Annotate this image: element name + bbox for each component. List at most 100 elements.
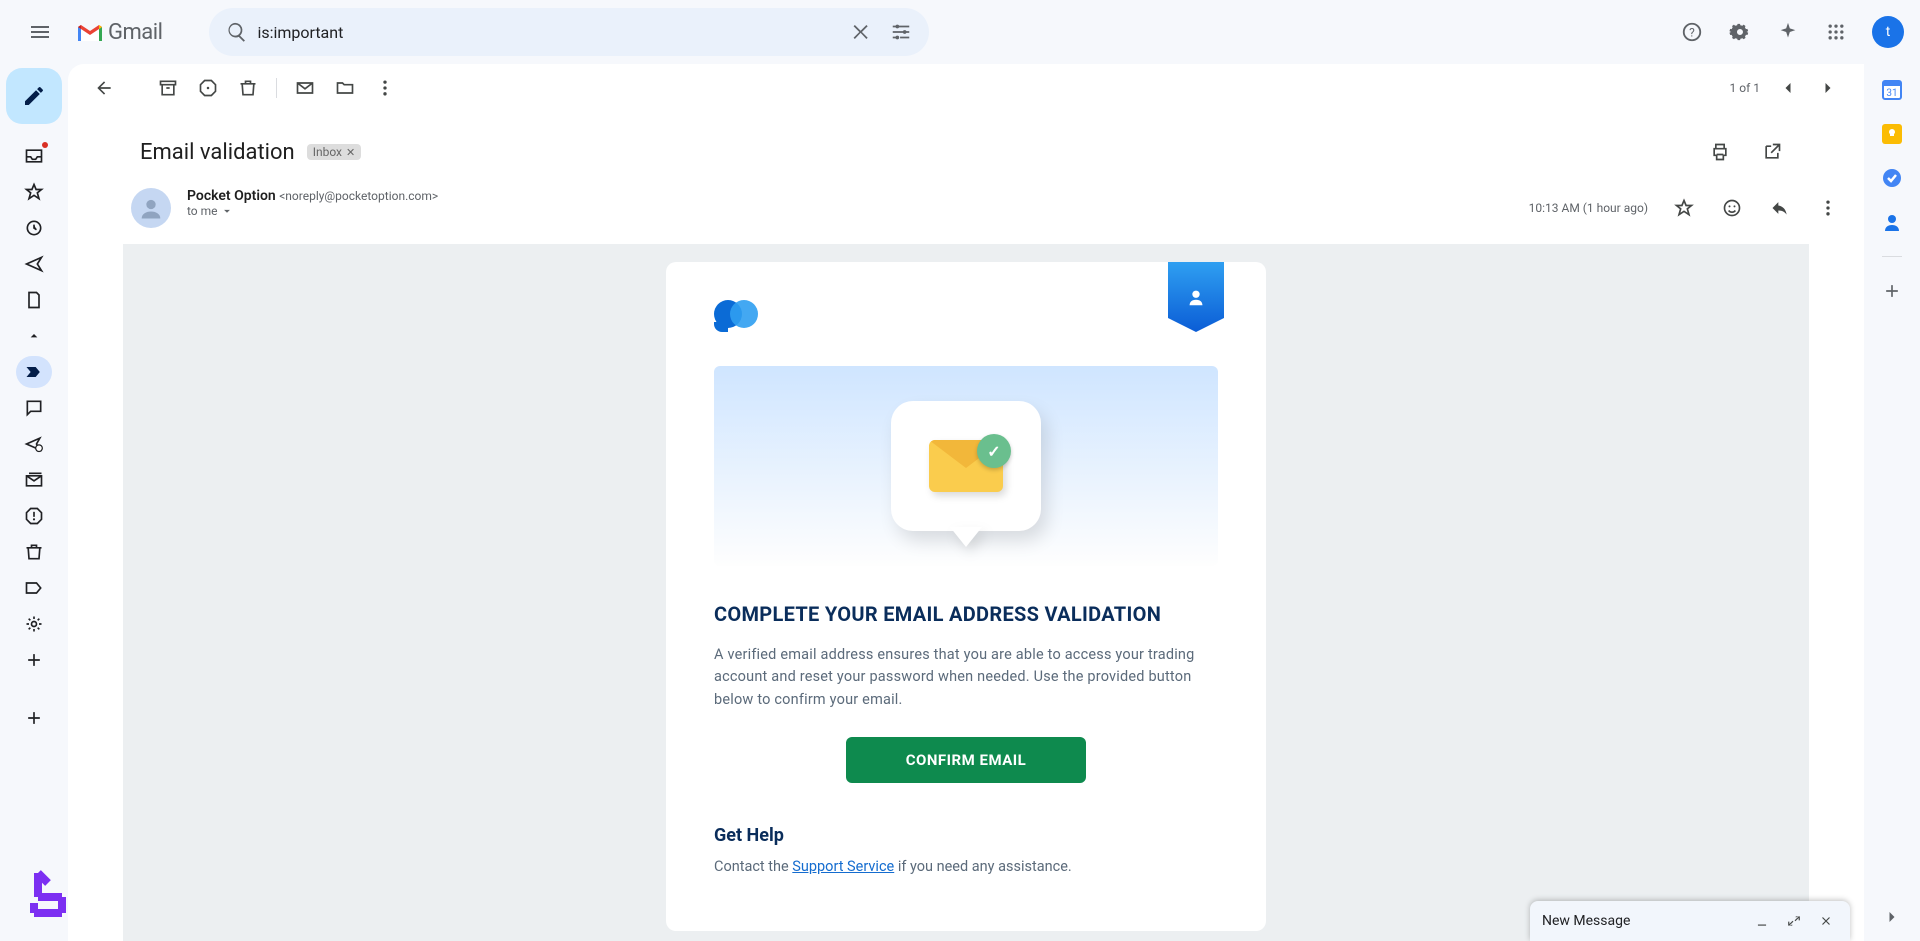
- chevron-left-icon: [1778, 78, 1798, 98]
- compose-fullscreen[interactable]: [1782, 909, 1806, 933]
- react-button[interactable]: [1712, 188, 1752, 228]
- help-heading: Get Help: [714, 825, 1218, 846]
- open-new-icon: [1762, 142, 1782, 162]
- compose-minimize[interactable]: [1750, 909, 1774, 933]
- message-toolbar: 1 of 1: [68, 64, 1864, 112]
- side-panel-toggle[interactable]: [1882, 907, 1902, 927]
- message-scroll[interactable]: Email validation Inbox✕ Pocket Option <n…: [68, 112, 1864, 941]
- support-link[interactable]: Support Service: [792, 858, 894, 875]
- delete-icon: [238, 78, 258, 98]
- gear-icon: [1729, 21, 1751, 43]
- close-icon: [1819, 914, 1833, 928]
- close-icon: ✕: [346, 146, 355, 159]
- search-options-button[interactable]: [881, 12, 921, 52]
- delete-button[interactable]: [228, 68, 268, 108]
- sender-name-line: Pocket Option <noreply@pocketoption.com>: [187, 188, 1513, 204]
- nav-new-label-2[interactable]: [18, 702, 50, 734]
- keep-addon[interactable]: [1882, 124, 1902, 144]
- account-avatar[interactable]: t: [1872, 16, 1904, 48]
- email-heading: COMPLETE YOUR EMAIL ADDRESS VALIDATION: [714, 602, 1218, 626]
- gemini-button[interactable]: [1768, 12, 1808, 52]
- nav-less[interactable]: [18, 320, 50, 352]
- newer-button[interactable]: [1768, 68, 1808, 108]
- nav-inbox[interactable]: [18, 140, 50, 172]
- contacts-icon: [1882, 212, 1902, 232]
- folder-move-icon: [335, 78, 355, 98]
- compose-close[interactable]: [1814, 909, 1838, 933]
- report-spam-button[interactable]: [188, 68, 228, 108]
- minimize-icon: [1755, 914, 1769, 928]
- sender-row: Pocket Option <noreply@pocketoption.com>…: [68, 180, 1864, 244]
- search-button[interactable]: [217, 12, 257, 52]
- category-chip[interactable]: Inbox ✕: [307, 144, 362, 160]
- nav-categories[interactable]: [18, 572, 50, 604]
- print-button[interactable]: [1700, 132, 1740, 172]
- nav-create-label[interactable]: [18, 644, 50, 676]
- nav-sent[interactable]: [18, 248, 50, 280]
- calendar-icon: 31: [1882, 80, 1902, 100]
- calendar-addon[interactable]: 31: [1882, 80, 1902, 100]
- watermark-logo: [18, 865, 74, 921]
- watermark-icon: [18, 865, 74, 921]
- main-menu-button[interactable]: [16, 8, 64, 56]
- gmail-logo-text: Gmail: [108, 20, 162, 45]
- checkmark-badge-icon: ✓: [977, 434, 1011, 468]
- tasks-addon[interactable]: [1882, 168, 1902, 188]
- nav-important[interactable]: [16, 356, 52, 388]
- message-more-button[interactable]: [1808, 188, 1848, 228]
- allmail-icon: [24, 470, 44, 490]
- apps-grid-icon: [1826, 22, 1846, 42]
- brand-logo: [714, 300, 764, 336]
- search-clear-button[interactable]: [841, 12, 881, 52]
- sender-avatar[interactable]: [131, 188, 171, 228]
- search-icon: [226, 21, 248, 43]
- contacts-addon[interactable]: [1882, 212, 1902, 232]
- compose-minimized[interactable]: New Message: [1530, 901, 1850, 941]
- category-label: Inbox: [313, 145, 342, 159]
- nav-spam[interactable]: [18, 500, 50, 532]
- star-button[interactable]: [1664, 188, 1704, 228]
- support-button[interactable]: ?: [1672, 12, 1712, 52]
- archive-button[interactable]: [148, 68, 188, 108]
- svg-text:?: ?: [1689, 26, 1695, 40]
- nav-trash[interactable]: [18, 536, 50, 568]
- chevron-right-icon: [1818, 78, 1838, 98]
- email-paragraph: A verified email address ensures that yo…: [714, 644, 1218, 711]
- get-addons[interactable]: [1882, 281, 1902, 301]
- apps-button[interactable]: [1816, 12, 1856, 52]
- close-icon: [850, 21, 872, 43]
- gmail-logo-icon: [76, 21, 104, 43]
- nav-snoozed[interactable]: [18, 212, 50, 244]
- older-button[interactable]: [1808, 68, 1848, 108]
- nav-scheduled[interactable]: [18, 428, 50, 460]
- mail-icon: [295, 78, 315, 98]
- star-outline-icon: [1674, 198, 1694, 218]
- spam-icon: [24, 506, 44, 526]
- star-icon: [24, 182, 44, 202]
- help-icon: ?: [1681, 21, 1703, 43]
- nav-manage-labels[interactable]: [18, 608, 50, 640]
- svg-text:31: 31: [1886, 88, 1897, 99]
- reply-button[interactable]: [1760, 188, 1800, 228]
- back-button[interactable]: [84, 68, 124, 108]
- mark-unread-button[interactable]: [285, 68, 325, 108]
- compose-button[interactable]: [6, 68, 62, 124]
- person-icon: [137, 194, 165, 222]
- recipient-dropdown[interactable]: to me: [187, 204, 1513, 218]
- confirm-email-button[interactable]: CONFIRM EMAIL: [846, 737, 1086, 783]
- gear-small-icon: [24, 614, 44, 634]
- move-to-button[interactable]: [325, 68, 365, 108]
- nav-chats[interactable]: [18, 392, 50, 424]
- sender-info: Pocket Option <noreply@pocketoption.com>…: [187, 188, 1513, 218]
- gmail-logo[interactable]: Gmail: [76, 20, 162, 45]
- important-icon: [24, 362, 44, 382]
- search-input[interactable]: [257, 23, 841, 42]
- sender-meta: 10:13 AM (1 hour ago): [1529, 188, 1848, 228]
- nav-starred[interactable]: [18, 176, 50, 208]
- settings-button[interactable]: [1720, 12, 1760, 52]
- nav-drafts[interactable]: [18, 284, 50, 316]
- popout-button[interactable]: [1752, 132, 1792, 172]
- more-button[interactable]: [365, 68, 405, 108]
- nav-allmail[interactable]: [18, 464, 50, 496]
- ribbon-badge: [1168, 262, 1224, 332]
